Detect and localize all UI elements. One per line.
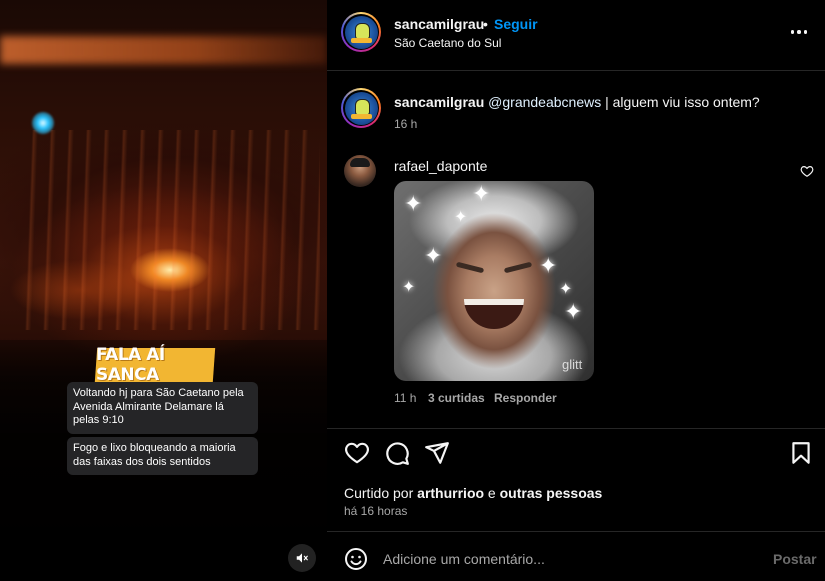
gif-mouth — [464, 299, 524, 329]
sparkle-icon: ✦ — [559, 281, 573, 298]
post-comment-button[interactable]: Postar — [773, 551, 817, 567]
banner-text: FALA AÍ SANCA — [96, 345, 165, 385]
commenter-avatar[interactable] — [344, 155, 376, 187]
gif-eye — [503, 261, 533, 274]
actions-divider — [327, 428, 825, 429]
sparkle-icon: ✦ — [404, 191, 423, 216]
bookmark-icon[interactable] — [788, 440, 814, 466]
separator-dot: • — [483, 16, 488, 32]
comment-likes[interactable]: 3 curtidas — [428, 391, 485, 405]
post-caption: sancamilgrau @grandeabcnews | alguem viu… — [394, 94, 760, 110]
commenter-username[interactable]: rafael_daponte — [394, 158, 487, 174]
post-header: sancamilgrau • Seguir São Caetano do Sul — [327, 0, 825, 70]
volume-muted-icon — [296, 553, 308, 563]
emoji-icon[interactable] — [344, 547, 368, 571]
comment-icon[interactable] — [384, 440, 410, 466]
sparkle-icon: ✦ — [539, 253, 558, 278]
more-dot — [803, 30, 808, 34]
liked-by-middle: e — [484, 485, 500, 501]
gif-watermark: glitt — [562, 357, 583, 372]
more-horizontal-icon — [790, 30, 795, 34]
post-location[interactable]: São Caetano do Sul — [394, 36, 501, 50]
post-details-panel: sancamilgrau • Seguir São Caetano do Sul… — [327, 0, 825, 581]
video-frame-reflection — [20, 130, 320, 330]
video-frame-streak — [0, 36, 327, 64]
comment-bar: Postar — [327, 532, 825, 581]
mute-button[interactable] — [288, 544, 316, 572]
more-options-button[interactable] — [787, 22, 811, 42]
caption-mention[interactable]: @grandeabcnews — [488, 94, 601, 110]
post-date: há 16 horas — [344, 504, 408, 518]
comment-input[interactable] — [383, 548, 753, 570]
sparkle-icon: ✦ — [424, 243, 443, 268]
liked-by-prefix: Curtido por — [344, 485, 418, 501]
share-icon[interactable] — [424, 440, 450, 466]
caption-author-avatar[interactable] — [341, 88, 381, 128]
sparkle-icon: ✦ — [454, 209, 468, 226]
liked-by-text: Curtido por arthurrioo e outras pessoas — [344, 485, 602, 501]
video-caption-1: Voltando hj para São Caetano pela Avenid… — [67, 382, 258, 434]
caption-text: | alguem viu isso ontem? — [601, 94, 760, 110]
heart-icon[interactable] — [800, 164, 814, 178]
liked-by-user[interactable]: arthurrioo — [417, 485, 484, 501]
reply-button[interactable]: Responder — [494, 391, 557, 405]
caption-username[interactable]: sancamilgrau — [394, 94, 484, 110]
sparkle-icon: ✦ — [402, 279, 416, 296]
post-actions — [327, 440, 825, 470]
comment-timestamp: 11 h — [394, 391, 417, 405]
caption-timestamp: 16 h — [394, 117, 418, 131]
author-avatar[interactable] — [341, 12, 381, 52]
author-username[interactable]: sancamilgrau — [394, 16, 484, 32]
sparkle-icon: ✦ — [564, 299, 583, 324]
follow-button[interactable]: Seguir — [494, 16, 538, 32]
video-caption-2: Fogo e lixo bloqueando a maioria das fai… — [67, 437, 258, 475]
header-divider — [327, 70, 825, 71]
sparkle-icon: ✦ — [472, 181, 491, 206]
sanca-logo-icon — [344, 15, 378, 49]
sanca-logo-icon — [344, 91, 378, 125]
more-dot — [797, 30, 801, 34]
fala-ai-sanca-banner: FALA AÍ SANCA — [94, 345, 216, 385]
liked-by-others[interactable]: outras pessoas — [500, 485, 603, 501]
gif-eye — [455, 261, 485, 274]
heart-icon[interactable] — [344, 440, 370, 466]
comment-gif[interactable]: ✦ ✦ ✦ ✦ ✦ ✦ ✦ ✦ glitt — [394, 181, 594, 381]
post-video[interactable]: FALA AÍ SANCA Voltando hj para São Caeta… — [0, 0, 327, 581]
